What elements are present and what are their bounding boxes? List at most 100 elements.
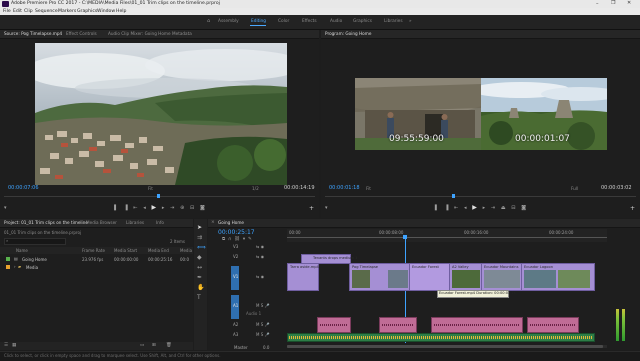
timeline-timecode[interactable]: 00:00:25:17 <box>218 230 255 236</box>
mark-in-icon[interactable]: ▌ <box>114 205 118 211</box>
workspace-color[interactable]: Color <box>278 19 289 24</box>
mute-solo-icon[interactable]: M S 🎤 <box>256 333 270 337</box>
mute-solo-icon[interactable]: M S 🎤 <box>256 323 270 327</box>
workspace-libraries[interactable]: Libraries <box>384 19 403 24</box>
play-icon[interactable]: ▶ <box>152 204 157 211</box>
program-mark-out-icon[interactable]: ▐ <box>445 205 449 211</box>
menu-edit[interactable]: Edit <box>13 9 22 15</box>
program-button-editor-icon[interactable]: + <box>630 206 635 212</box>
track-v2-label[interactable]: V2 <box>233 255 238 259</box>
ripple-edit-tool-icon[interactable]: ⟺ <box>197 245 206 251</box>
video-clip[interactable]: Ecuador Forest <box>409 263 451 291</box>
source-button-editor-icon[interactable]: + <box>309 206 314 212</box>
minimize-button[interactable]: – <box>596 1 599 7</box>
column-media[interactable]: Media <box>180 248 192 253</box>
label-color-swatch[interactable] <box>6 257 10 261</box>
track-a1-label[interactable]: A1 <box>233 304 238 308</box>
menu-graphics[interactable]: Graphics <box>77 9 97 15</box>
track-a2-label[interactable]: A2 <box>233 323 238 327</box>
program-marker-icon[interactable]: ▾ <box>325 206 328 211</box>
menu-clip[interactable]: Clip <box>24 9 33 15</box>
new-item-icon[interactable]: ⊞ <box>152 343 156 349</box>
project-search-input[interactable] <box>4 238 66 245</box>
program-step-forward-icon[interactable]: ▸ <box>483 205 486 211</box>
extract-icon[interactable]: ⊟ <box>511 205 515 211</box>
program-step-back-icon[interactable]: ◂ <box>464 205 467 211</box>
program-mark-in-icon[interactable]: ▌ <box>435 205 439 211</box>
trash-icon[interactable]: 🗑 <box>166 343 172 349</box>
tab-program[interactable]: Program: Going Home <box>325 31 371 36</box>
table-row[interactable]: › ▰ Media <box>0 264 193 271</box>
tab-metadata[interactable]: Metadata <box>172 31 192 36</box>
go-to-out-icon[interactable]: ⇥ <box>170 205 174 211</box>
label-color-swatch[interactable] <box>6 265 10 269</box>
export-frame-icon[interactable]: ◙ <box>200 205 205 211</box>
selection-tool-icon[interactable]: ➤ <box>197 225 202 231</box>
workspace-overflow-icon[interactable]: » <box>409 19 412 24</box>
workspace-graphics[interactable]: Graphics <box>353 19 372 24</box>
source-timecode-current[interactable]: 00:00:07:06 <box>8 186 39 191</box>
marker-icon[interactable]: ▾ <box>4 206 7 211</box>
program-playhead[interactable] <box>452 194 455 198</box>
column-media-end[interactable]: Media End <box>148 248 169 253</box>
work-area-bar[interactable] <box>287 237 607 238</box>
mark-out-icon[interactable]: ▐ <box>124 205 128 211</box>
video-clip[interactable]: A2 Valley <box>449 263 483 291</box>
program-resolution-dropdown[interactable]: Full <box>571 186 578 191</box>
source-resolution-dropdown[interactable]: 1/2 <box>252 186 259 191</box>
source-playhead[interactable] <box>157 194 160 198</box>
icon-view-icon[interactable]: ▦ <box>12 343 16 349</box>
workspace-audio[interactable]: Audio <box>330 19 342 24</box>
program-play-icon[interactable]: ▶ <box>472 204 477 211</box>
program-fit-dropdown[interactable]: Fit <box>366 186 371 191</box>
tab-effect-controls[interactable]: Effect Controls <box>66 31 97 36</box>
program-go-to-out-icon[interactable]: ⇥ <box>491 205 495 211</box>
timeline-scrollbar[interactable] <box>287 345 607 348</box>
program-timecode-current[interactable]: 00:00:01:18 <box>329 186 360 191</box>
slip-tool-icon[interactable]: ↔ <box>197 265 202 271</box>
timeline-scroll-thumb[interactable] <box>287 345 603 348</box>
tab-going-home[interactable]: Going Home <box>218 220 244 225</box>
workspace-assembly[interactable]: Assembly <box>218 19 239 24</box>
video-clip[interactable]: Tarra aside.mp4 <box>287 263 319 291</box>
video-clip[interactable]: Ecuador Mountains <box>481 263 523 291</box>
workspace-editing[interactable]: Editing <box>251 19 266 24</box>
go-to-in-icon[interactable]: ⇤ <box>133 205 137 211</box>
menu-file[interactable]: File <box>3 9 11 15</box>
step-back-icon[interactable]: ◂ <box>143 205 146 211</box>
master-volume-value[interactable]: 0.0 <box>263 346 269 350</box>
track-area[interactable]: Tenants drops medium 1 Tarra aside.mp4 P… <box>287 243 607 343</box>
nest-icon[interactable]: ⧉ <box>222 237 225 242</box>
maximize-button[interactable]: ❐ <box>611 1 615 6</box>
column-name[interactable]: Name <box>16 248 28 253</box>
menu-markers[interactable]: Markers <box>58 9 76 15</box>
table-row[interactable]: ▤ Going Home 23.976 fps 00:00:00:00 00:0… <box>0 256 193 263</box>
menu-window[interactable]: Window <box>97 9 115 15</box>
track-a3-label[interactable]: A3 <box>233 333 238 337</box>
list-view-icon[interactable]: ☰ <box>4 343 8 349</box>
home-icon[interactable]: ⌂ <box>207 19 210 24</box>
workspace-effects[interactable]: Effects <box>302 19 317 24</box>
toggle-track-output-icon[interactable]: ⇆ ◉ <box>256 255 264 259</box>
audio-clip[interactable] <box>527 317 579 333</box>
menu-help[interactable]: Help <box>116 9 126 15</box>
menu-sequence[interactable]: Sequence <box>35 9 58 15</box>
tab-media-browser[interactable]: Media Browser <box>86 220 117 225</box>
audio-clip[interactable] <box>317 317 351 333</box>
mute-solo-icon[interactable]: M S 🎤 <box>256 304 270 308</box>
insert-icon[interactable]: ⊕ <box>180 205 184 211</box>
music-track-clip[interactable] <box>287 333 595 342</box>
type-tool-icon[interactable]: T <box>197 295 201 301</box>
column-frame-rate[interactable]: Frame Rate <box>82 248 105 253</box>
track-v1-label[interactable]: V1 <box>233 275 238 279</box>
tab-libraries[interactable]: Libraries <box>126 220 144 225</box>
overwrite-icon[interactable]: ⊟ <box>190 205 194 211</box>
new-bin-icon[interactable]: ▭ <box>140 343 144 349</box>
source-fit-dropdown[interactable]: Fit <box>148 186 153 191</box>
linked-selection-icon[interactable]: ⛓ <box>234 237 240 242</box>
tab-audio-clip-mixer[interactable]: Audio Clip Mixer: Going Home <box>108 31 171 36</box>
audio-clip[interactable] <box>379 317 417 333</box>
razor-tool-icon[interactable]: ◆ <box>197 255 202 261</box>
tab-source[interactable]: Source: Pog Timelapse.mp4 <box>4 31 62 36</box>
program-scrub-bar[interactable] <box>325 196 636 197</box>
